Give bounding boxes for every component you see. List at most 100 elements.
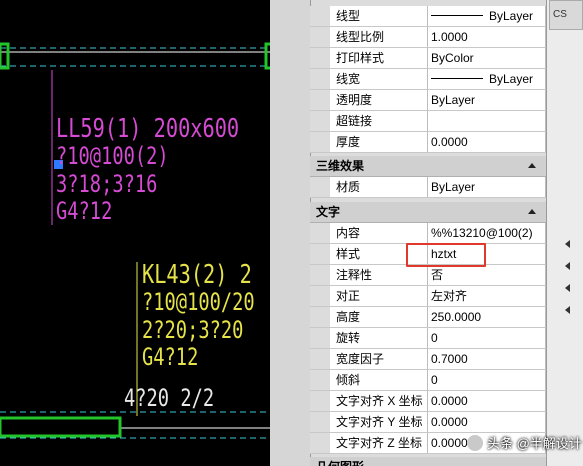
property-row-plot-style[interactable]: 打印样式 ByColor <box>310 48 583 69</box>
section-title: 几何图形 <box>316 457 364 466</box>
lineweight-swatch-icon <box>431 78 483 80</box>
property-label: 线型 <box>330 6 428 26</box>
property-label: 内容 <box>330 223 428 243</box>
row-gutter <box>310 244 330 264</box>
property-row-linetype[interactable]: 线型 ByLayer <box>310 6 583 27</box>
property-row-obliquing[interactable]: 倾斜 0 <box>310 370 583 391</box>
property-row-annotative[interactable]: 注释性 否 <box>310 265 583 286</box>
expand-arrow-icon[interactable] <box>565 240 570 248</box>
property-row-height[interactable]: 高度 250.0000 <box>310 307 583 328</box>
annotation-kl43-rebar[interactable]: 2?20;3?20 <box>142 318 243 342</box>
property-label: 高度 <box>330 307 428 327</box>
watermark-text: 头条 @半解设计 <box>487 436 582 451</box>
row-gutter <box>310 69 330 89</box>
property-row-hyperlink[interactable]: 超链接 <box>310 111 583 132</box>
property-value[interactable]: 否 <box>428 265 546 285</box>
row-gutter <box>310 6 330 26</box>
side-panel-tab[interactable]: CS <box>549 0 583 30</box>
palette-title-strip[interactable] <box>270 0 311 466</box>
property-row-justify[interactable]: 对正 左对齐 <box>310 286 583 307</box>
property-label: 文字对齐 Y 坐标 <box>330 412 428 432</box>
property-label: 注释性 <box>330 265 428 285</box>
annotation-ll59-title[interactable]: LL59(1) 200x600 <box>56 116 239 142</box>
row-gutter <box>310 391 330 411</box>
property-value[interactable]: 左对齐 <box>428 286 546 306</box>
annotation-kl43-stirrup[interactable]: ?10@100/20 <box>142 290 255 314</box>
row-gutter <box>310 370 330 390</box>
property-value[interactable]: 250.0000 <box>428 307 546 327</box>
property-value[interactable]: 0.0000 <box>428 391 546 411</box>
property-value[interactable]: ByLayer <box>428 177 546 197</box>
annotation-ll59-side[interactable]: G4?12 <box>56 199 112 223</box>
annotation-kl43-side[interactable]: G4?12 <box>142 345 198 369</box>
property-value-text: ByLayer <box>489 9 534 23</box>
property-value[interactable]: 0.7000 <box>428 349 546 369</box>
section-header-text[interactable]: 文字 <box>310 202 546 223</box>
section-header-geometry[interactable]: 几何图形 <box>310 457 546 466</box>
row-gutter <box>310 90 330 110</box>
property-label: 超链接 <box>330 111 428 131</box>
annotation-kl43-title[interactable]: KL43(2) 2 <box>142 262 252 288</box>
property-row-rotation[interactable]: 旋转 0 <box>310 328 583 349</box>
property-row-linetype-scale[interactable]: 线型比例 1.0000 <box>310 27 583 48</box>
property-value[interactable]: 0.0000 <box>428 132 546 152</box>
expand-arrow-icon[interactable] <box>565 284 570 292</box>
row-gutter <box>310 307 330 327</box>
property-label: 倾斜 <box>330 370 428 390</box>
property-row-align-x[interactable]: 文字对齐 X 坐标 0.0000 <box>310 391 583 412</box>
property-label: 文字对齐 Z 坐标 <box>330 433 428 453</box>
property-label: 线型比例 <box>330 27 428 47</box>
property-row-align-y[interactable]: 文字对齐 Y 坐标 0.0000 <box>310 412 583 433</box>
property-value[interactable]: ByLayer <box>428 6 546 26</box>
property-label: 厚度 <box>330 132 428 152</box>
annotation-ll59-stirrup[interactable]: ?10@100(2) <box>56 144 169 168</box>
row-gutter <box>310 223 330 243</box>
property-value[interactable]: 0 <box>428 328 546 348</box>
collapse-arrow-icon[interactable] <box>528 209 536 214</box>
property-value[interactable]: 0 <box>428 370 546 390</box>
property-value[interactable]: 0.0000 <box>428 412 546 432</box>
collapse-arrow-icon[interactable] <box>528 163 536 168</box>
property-label: 旋转 <box>330 328 428 348</box>
section-header-3d[interactable]: 三维效果 <box>310 156 546 177</box>
property-row-contents[interactable]: 内容 %%13210@100(2) <box>310 223 583 244</box>
drawing-canvas[interactable]: LL59(1) 200x600 ?10@100(2) 3?18;3?16 G4?… <box>0 0 300 466</box>
property-value-text: ByLayer <box>489 72 534 86</box>
expand-arrow-icon[interactable] <box>565 262 570 270</box>
row-gutter <box>310 328 330 348</box>
expand-arrow-icon[interactable] <box>565 306 570 314</box>
section-title: 文字 <box>316 205 341 219</box>
property-row-thickness[interactable]: 厚度 0.0000 <box>310 132 583 153</box>
property-row-material[interactable]: 材质 ByLayer <box>310 177 583 198</box>
property-value[interactable]: %%13210@100(2) <box>428 223 546 243</box>
property-label: 材质 <box>330 177 428 197</box>
property-label: 对正 <box>330 286 428 306</box>
property-label: 文字对齐 X 坐标 <box>330 391 428 411</box>
linetype-swatch-icon <box>431 15 483 17</box>
property-label: 宽度因子 <box>330 349 428 369</box>
property-value[interactable] <box>428 111 546 131</box>
row-gutter <box>310 132 330 152</box>
row-gutter <box>310 433 330 453</box>
annotation-ll59-rebar[interactable]: 3?18;3?16 <box>56 172 157 196</box>
row-gutter <box>310 265 330 285</box>
watermark: 头条 @半解设计 <box>467 433 582 455</box>
section-title: 三维效果 <box>316 159 365 173</box>
property-value[interactable]: ByLayer <box>428 90 546 110</box>
property-value[interactable]: ByColor <box>428 48 546 68</box>
property-row-lineweight[interactable]: 线宽 ByLayer <box>310 69 583 90</box>
property-row-width-factor[interactable]: 宽度因子 0.7000 <box>310 349 583 370</box>
highlight-box <box>406 243 486 267</box>
row-gutter <box>310 27 330 47</box>
property-value[interactable]: ByLayer <box>428 69 546 89</box>
row-gutter <box>310 412 330 432</box>
property-label: 透明度 <box>330 90 428 110</box>
property-row-transparency[interactable]: 透明度 ByLayer <box>310 90 583 111</box>
property-value[interactable]: 1.0000 <box>428 27 546 47</box>
row-gutter <box>310 349 330 369</box>
row-gutter <box>310 286 330 306</box>
properties-palette: 线型 ByLayer 线型比例 1.0000 打印样式 ByColor 线宽 B… <box>270 0 583 466</box>
annotation-rebar-note[interactable]: 4?20 2/2 <box>124 386 214 410</box>
row-gutter <box>310 111 330 131</box>
beam2-wall <box>0 416 122 438</box>
